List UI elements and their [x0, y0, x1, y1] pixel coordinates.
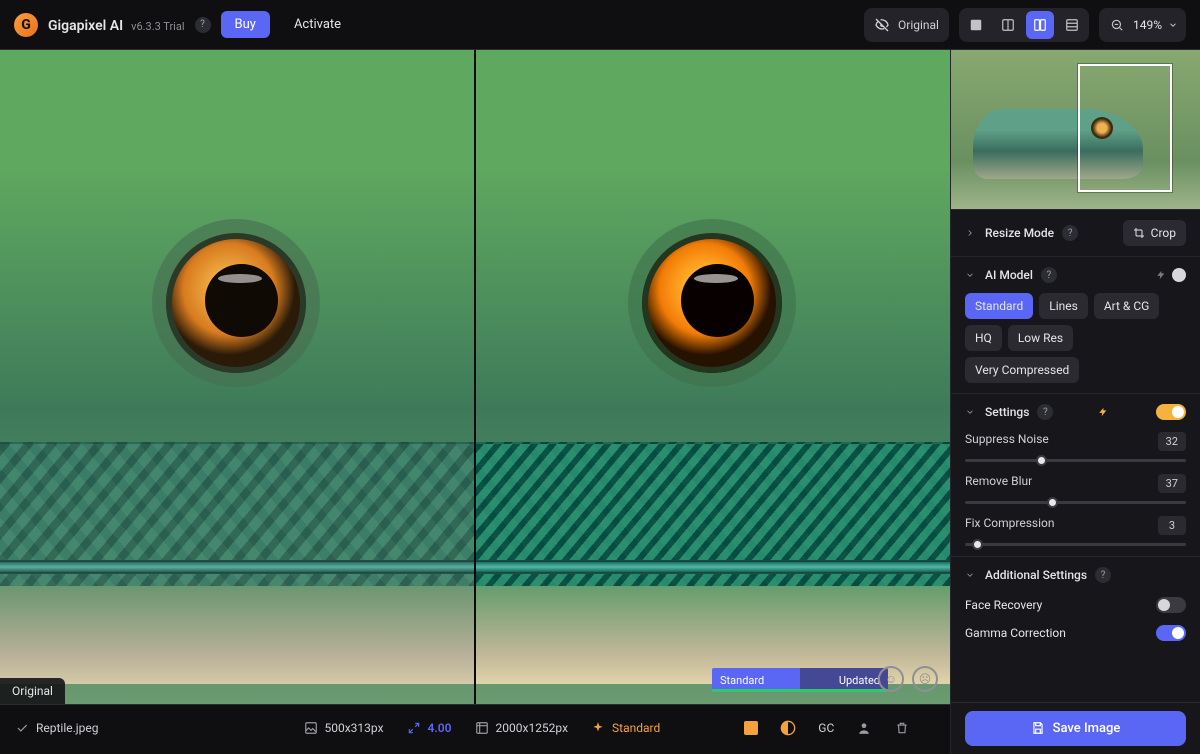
ai-model-section: AI Model ? Standard Lines Art & CG HQ Lo…: [951, 257, 1200, 394]
view-side-by-side-button[interactable]: [1026, 11, 1054, 39]
orig-dims: 500x313px: [303, 720, 384, 736]
filename-label: Reptile.jpeg: [36, 721, 99, 735]
feedback-happy-button[interactable]: ☺: [878, 666, 904, 692]
top-bar: G Gigapixel AI v6.3.3 Trial ? Buy Activa…: [0, 0, 1200, 50]
resize-mode-section: Resize Mode ? Crop: [951, 210, 1200, 257]
bolt-icon: [1098, 405, 1108, 419]
zoom-out-button[interactable]: [1107, 15, 1127, 35]
face-recovery-row: Face Recovery: [965, 591, 1186, 619]
model-status[interactable]: Standard: [590, 720, 660, 736]
format-swatch[interactable]: [744, 721, 758, 735]
side-panel: Resize Mode ? Crop AI Model ?: [950, 50, 1200, 704]
model-lowres-chip[interactable]: Low Res: [1008, 325, 1073, 351]
person-icon[interactable]: [856, 720, 872, 736]
chevron-down-icon[interactable]: [965, 407, 977, 417]
model-verycompressed-chip[interactable]: Very Compressed: [965, 357, 1079, 383]
image-original-pane: [0, 50, 474, 704]
help-icon[interactable]: ?: [1037, 404, 1053, 420]
model-lines-chip[interactable]: Lines: [1039, 293, 1088, 319]
view-single-button[interactable]: [962, 11, 990, 39]
additional-settings-section: Additional Settings ? Face Recovery Gamm…: [951, 557, 1200, 657]
bolt-icon: [1156, 268, 1166, 282]
face-recovery-toggle[interactable]: [1156, 597, 1186, 613]
mode-strip[interactable]: Standard Updated: [712, 668, 888, 692]
fix-compression-slider: Fix Compression3: [965, 516, 1186, 546]
scale-factor[interactable]: 4.00: [406, 720, 452, 736]
original-label: Original: [0, 678, 65, 704]
save-image-button[interactable]: Save Image: [965, 711, 1186, 746]
chevron-right-icon[interactable]: [965, 228, 977, 238]
expand-icon: [406, 720, 422, 736]
buy-button[interactable]: Buy: [221, 11, 270, 38]
remove-blur-value[interactable]: 37: [1158, 474, 1186, 493]
save-icon: [1031, 721, 1045, 735]
zoom-control: 149%: [1099, 8, 1186, 42]
chevron-down-icon[interactable]: [1168, 20, 1178, 30]
crop-icon: [1133, 227, 1145, 239]
gc-label: GC: [818, 721, 834, 735]
check-icon: [14, 720, 30, 736]
fix-compression-value[interactable]: 3: [1158, 516, 1186, 535]
chevron-down-icon[interactable]: [965, 570, 977, 580]
image-icon: [303, 720, 319, 736]
out-dims: 2000x1252px: [474, 720, 569, 736]
activate-button[interactable]: Activate: [280, 11, 355, 38]
file-status: Reptile.jpeg: [14, 720, 99, 736]
view-mode-group: [959, 8, 1089, 42]
suppress-noise-track[interactable]: [965, 459, 1186, 462]
gamma-correction-toggle[interactable]: [1156, 625, 1186, 641]
help-icon[interactable]: ?: [1062, 225, 1078, 241]
status-bar: Reptile.jpeg 500x313px 4.00 2000x1252px …: [0, 704, 1200, 750]
image-viewer[interactable]: Original Standard Updated ☺ ☹: [0, 50, 950, 704]
ai-model-options: Standard Lines Art & CG HQ Low Res Very …: [965, 293, 1186, 383]
help-icon[interactable]: ?: [1041, 267, 1057, 283]
sparkle-icon: [590, 720, 606, 736]
original-toggle[interactable]: Original: [864, 8, 949, 42]
suppress-noise-value[interactable]: 32: [1158, 432, 1186, 451]
model-artcg-chip[interactable]: Art & CG: [1094, 293, 1160, 319]
auto-settings-toggle[interactable]: [1156, 404, 1186, 420]
auto-model-toggle[interactable]: [1172, 268, 1186, 282]
help-icon[interactable]: ?: [195, 17, 211, 33]
contrast-icon[interactable]: [780, 720, 796, 736]
image-enhanced-pane: [474, 50, 950, 704]
feedback-sad-button[interactable]: ☹: [912, 666, 938, 692]
gamma-correction-row: Gamma Correction: [965, 619, 1186, 647]
view-grid-button[interactable]: [1058, 11, 1086, 39]
remove-blur-slider: Remove Blur37: [965, 474, 1186, 504]
zoom-value[interactable]: 149%: [1133, 18, 1162, 32]
output-icon: [474, 720, 490, 736]
app-title: Gigapixel AI v6.3.3 Trial: [48, 15, 185, 34]
crop-button[interactable]: Crop: [1123, 220, 1186, 246]
feedback-buttons: ☺ ☹: [878, 666, 938, 692]
remove-blur-track[interactable]: [965, 501, 1186, 504]
settings-section: Settings ? Suppress Noise32 Remove Blur3…: [951, 394, 1200, 557]
model-hq-chip[interactable]: HQ: [965, 325, 1002, 351]
model-standard-chip[interactable]: Standard: [965, 293, 1033, 319]
save-area: Save Image: [950, 702, 1200, 754]
navigator-thumbnail[interactable]: [951, 50, 1200, 210]
fix-compression-track[interactable]: [965, 543, 1186, 546]
eye-off-icon: [874, 17, 890, 33]
chevron-down-icon[interactable]: [965, 270, 977, 280]
help-icon[interactable]: ?: [1095, 567, 1111, 583]
trash-icon[interactable]: [894, 720, 910, 736]
navigator-viewport[interactable]: [1078, 64, 1172, 192]
app-logo-icon: G: [14, 13, 38, 37]
view-split-button[interactable]: [994, 11, 1022, 39]
main: Original Standard Updated ☺ ☹ Resize Mod…: [0, 50, 1200, 704]
suppress-noise-slider: Suppress Noise32: [965, 432, 1186, 462]
